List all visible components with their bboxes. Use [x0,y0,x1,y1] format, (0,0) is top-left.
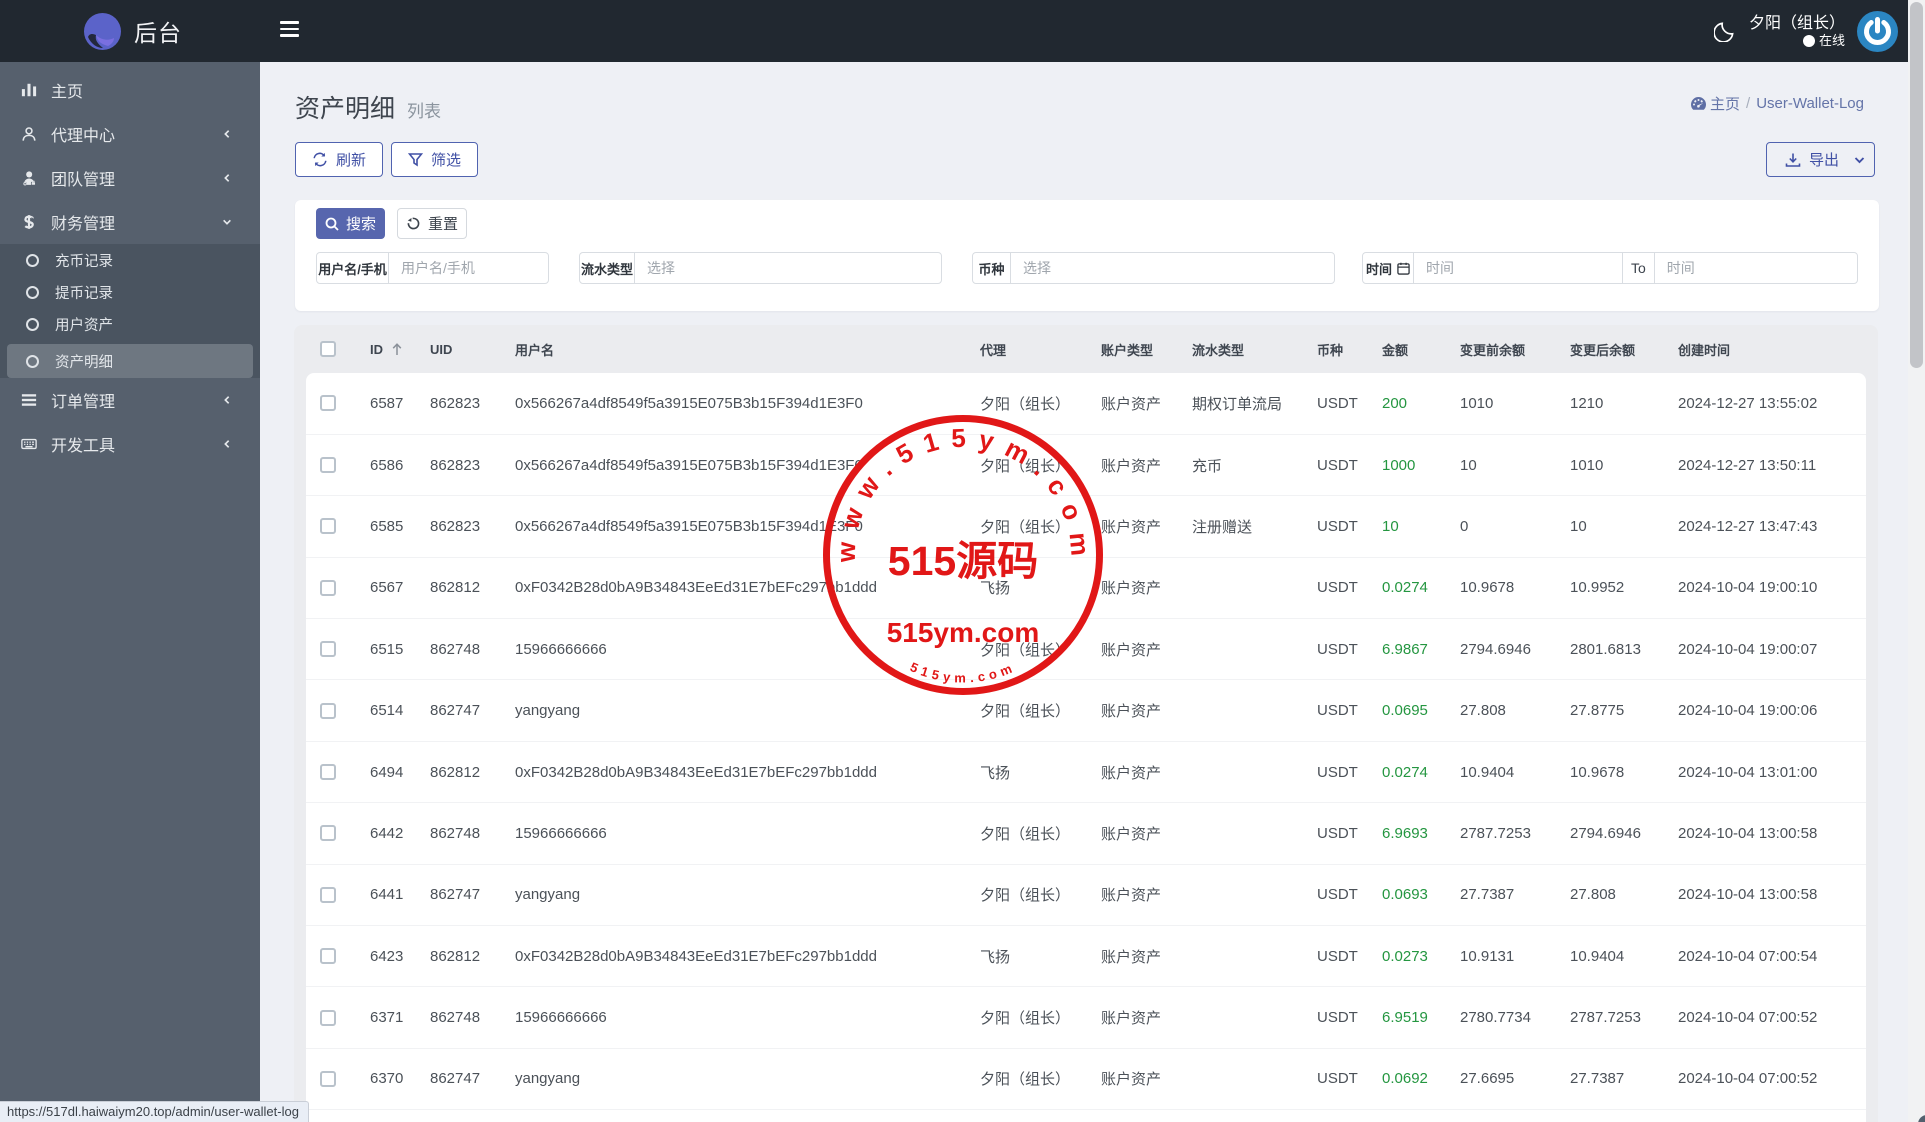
svg-text:515ym.com: 515ym.com [887,617,1040,648]
svg-text:515源码: 515源码 [888,538,1038,584]
svg-text:515ym.com: 515ym.com [908,659,1018,685]
